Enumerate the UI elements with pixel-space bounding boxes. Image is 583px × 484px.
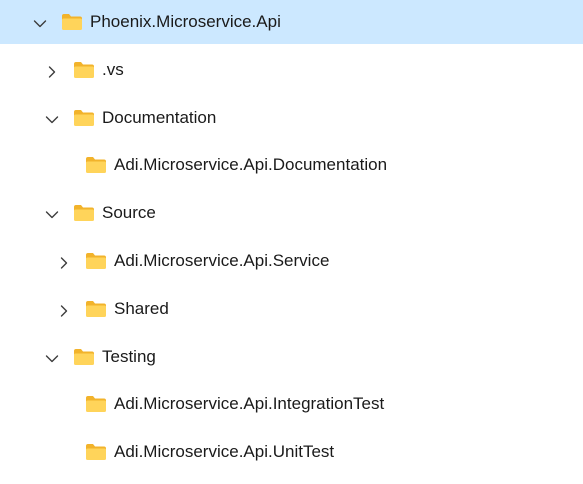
chevron-right-icon[interactable]: [44, 65, 60, 78]
tree-item-label: .vs: [102, 59, 124, 79]
tree-item[interactable]: Documentation: [0, 96, 583, 140]
tree-item[interactable]: .vs: [0, 48, 583, 92]
folder-icon: [61, 13, 83, 31]
tree-item[interactable]: Adi.Microservice.Api.Documentation: [0, 143, 583, 187]
tree-item[interactable]: Testing: [0, 335, 583, 379]
tree-item[interactable]: Phoenix.Microservice.Api: [0, 0, 583, 44]
tree-item[interactable]: Adi.Microservice.Api.Service: [0, 239, 583, 283]
chevron-right-icon[interactable]: [56, 256, 72, 269]
tree-item[interactable]: Adi.Microservice.Api.IntegrationTest: [0, 382, 583, 426]
folder-icon: [85, 395, 107, 413]
folder-icon: [73, 348, 95, 366]
chevron-down-icon[interactable]: [44, 352, 60, 364]
tree-item-label: Adi.Microservice.Api.IntegrationTest: [114, 394, 385, 414]
tree-item-label: Documentation: [102, 107, 217, 127]
tree-item-label: Adi.Microservice.Api.Documentation: [114, 155, 388, 175]
folder-icon: [85, 443, 107, 461]
tree-item-label: Testing: [102, 346, 156, 366]
tree-item-label: Adi.Microservice.Api.Service: [114, 251, 330, 270]
folder-icon: [85, 156, 107, 174]
chevron-down-icon[interactable]: [44, 208, 60, 220]
folder-icon: [73, 61, 95, 79]
tree-item-label: Source: [102, 203, 156, 223]
chevron-down-icon[interactable]: [32, 17, 48, 29]
chevron-down-icon[interactable]: [44, 113, 60, 125]
folder-tree: Phoenix.Microservice.Api .vs Documentation…: [0, 0, 583, 484]
tree-item[interactable]: Source: [0, 191, 583, 235]
folder-icon: [85, 252, 107, 270]
tree-item-label: Shared: [114, 298, 169, 318]
tree-item[interactable]: Shared: [0, 287, 583, 331]
tree-item[interactable]: Adi.Microservice.Api.UnitTest: [0, 430, 583, 474]
folder-icon: [85, 300, 107, 318]
folder-icon: [73, 109, 95, 127]
chevron-right-icon[interactable]: [56, 304, 72, 317]
folder-icon: [73, 204, 95, 222]
tree-item-label: Phoenix.Microservice.Api: [90, 12, 281, 31]
tree-item-label: Adi.Microservice.Api.UnitTest: [114, 442, 335, 462]
